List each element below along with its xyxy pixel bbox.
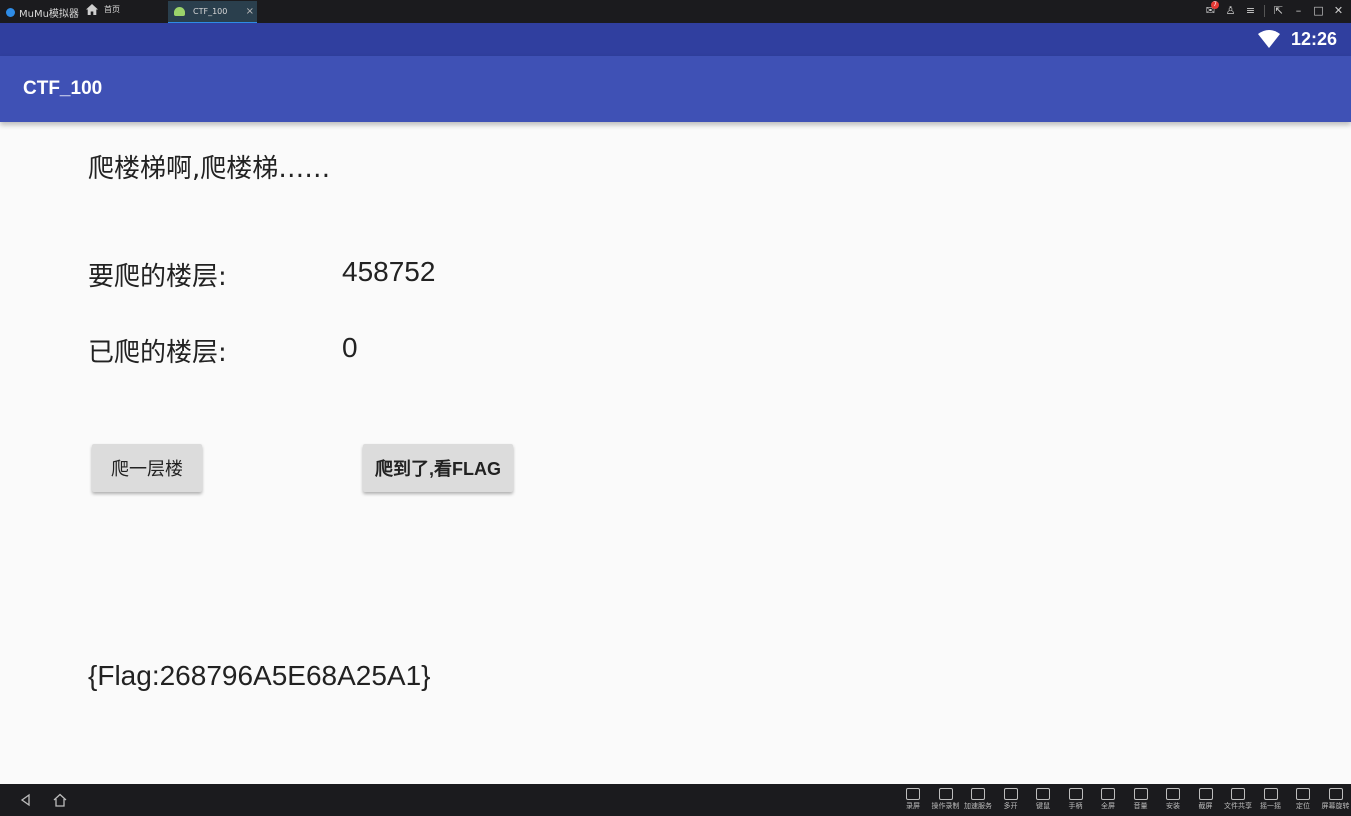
app-bar: CTF_100 — [0, 56, 1351, 122]
rotate-icon — [1328, 788, 1343, 800]
tab-label: CTF_100 — [193, 7, 228, 16]
close-window-icon[interactable]: ✕ — [1332, 4, 1345, 17]
toolbar-rotate-button[interactable]: 屏幕旋转 — [1320, 787, 1351, 816]
heading-text: 爬楼梯啊,爬楼梯…… — [88, 154, 331, 184]
show-flag-button[interactable]: 爬到了,看FLAG — [363, 444, 513, 492]
floors-climbed-value: 0 — [342, 332, 358, 363]
toolbar-label: 屏幕旋转 — [1321, 802, 1350, 810]
macro-icon — [938, 788, 953, 800]
app-title: CTF_100 — [23, 78, 103, 99]
gamepad-icon — [1068, 788, 1083, 800]
notification-badge: 7 — [1211, 1, 1219, 9]
message-icon[interactable]: ✉ 7 — [1204, 1, 1219, 17]
apk-icon — [1166, 788, 1180, 800]
emulator-bottom-bar: 录屏 操作录制 加速服务 多开 键鼠 手柄 全屏 音量 安装 截屏 文件共享 摇一摇 定位 屏幕旋转 — [0, 784, 1351, 816]
climb-one-floor-button[interactable]: 爬一层楼 — [92, 444, 202, 492]
location-icon — [1296, 788, 1310, 800]
crop-icon — [1198, 788, 1213, 800]
keyboard-icon — [1036, 788, 1050, 800]
android-status-bar: 12:26 — [0, 23, 1351, 56]
wifi-icon — [1258, 30, 1280, 48]
volume-icon — [1133, 788, 1148, 800]
floors-to-climb-value: 458752 — [342, 256, 436, 287]
emulator-app-name: MuMu模拟器 — [19, 9, 79, 20]
maximize-icon[interactable]: □ — [1312, 4, 1325, 17]
floors-to-climb-label: 要爬的楼层: — [88, 262, 227, 292]
emulator-app-title: MuMu模拟器 — [6, 5, 79, 20]
android-icon — [174, 7, 185, 16]
user-icon[interactable]: ♙ — [1224, 4, 1237, 17]
menu-icon[interactable]: ≡ — [1244, 4, 1257, 17]
close-tab-icon[interactable]: × — [246, 6, 254, 17]
android-home-icon[interactable] — [52, 792, 68, 808]
multi-instance-icon — [1003, 788, 1018, 800]
back-icon[interactable] — [18, 792, 34, 808]
window-controls: ✉ 7 ♙ ≡ ⇱ – □ ✕ — [1204, 1, 1345, 17]
emulator-title-bar: MuMu模拟器 首页 CTF_100 × ✉ 7 ♙ ≡ ⇱ – □ ✕ — [0, 0, 1351, 23]
mumu-logo-icon — [6, 8, 15, 17]
shake-icon — [1263, 788, 1278, 800]
tab-ctf-100[interactable]: CTF_100 × — [168, 1, 257, 23]
record-icon — [906, 788, 920, 800]
restore-window-icon[interactable]: ⇱ — [1272, 4, 1285, 17]
home-tab-label: 首页 — [104, 5, 120, 14]
status-clock: 12:26 — [1291, 29, 1338, 49]
home-icon — [86, 4, 98, 15]
minimize-icon[interactable]: – — [1292, 4, 1305, 17]
floors-climbed-label: 已爬的楼层: — [88, 338, 227, 368]
rocket-icon — [971, 788, 985, 800]
flag-text: {Flag:268796A5E68A25A1} — [88, 660, 431, 691]
home-tab[interactable]: 首页 — [86, 4, 120, 15]
fullscreen-icon — [1101, 788, 1115, 800]
folder-icon — [1231, 788, 1245, 800]
separator — [1264, 4, 1265, 17]
